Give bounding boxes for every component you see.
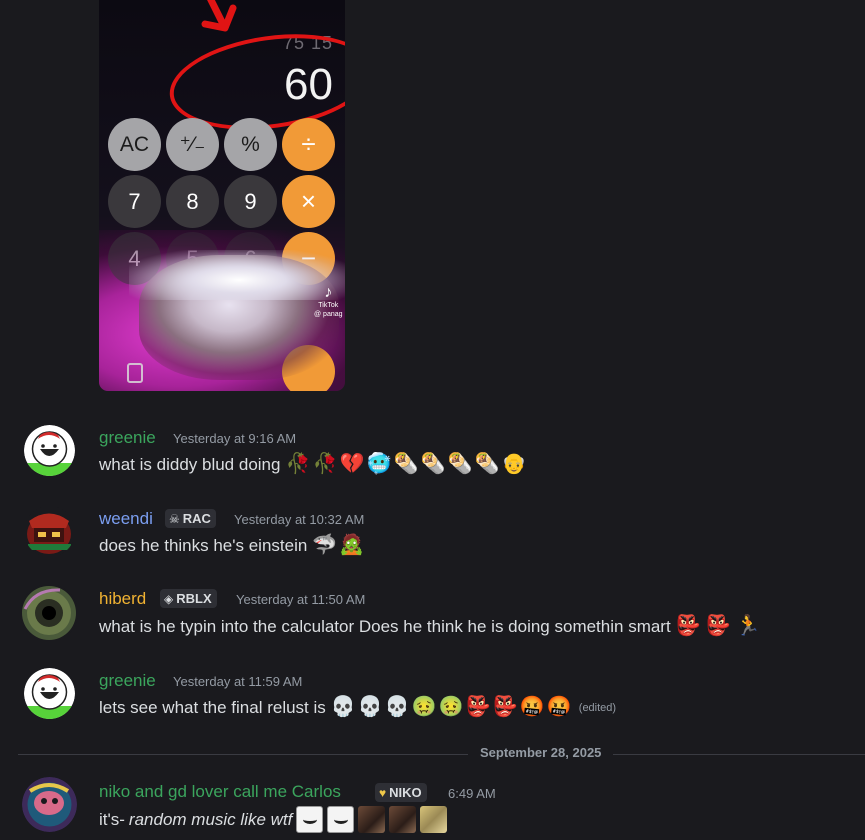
- calc-key-ac: AC: [108, 118, 161, 171]
- timestamp[interactable]: Yesterday at 9:16 AM: [173, 431, 296, 446]
- calc-key-plusminus: ⁺∕₋: [166, 118, 219, 171]
- message-content: what is he typin into the calculator Doe…: [99, 613, 762, 640]
- tiktok-icon: ♪: [324, 284, 333, 301]
- username[interactable]: greenie: [99, 671, 156, 691]
- tiktok-brand: TikTok: [318, 302, 339, 309]
- trollface-emoji-icon[interactable]: [327, 806, 355, 833]
- emoji-row: 🦈 🧟: [311, 532, 365, 559]
- goblin-emoji-icon[interactable]: 👺: [675, 613, 702, 640]
- goblin-emoji-icon[interactable]: 👺: [492, 694, 519, 721]
- angry-face-emoji-icon[interactable]: 🤬: [546, 694, 573, 721]
- avatar[interactable]: [24, 668, 75, 719]
- burrito-emoji-icon[interactable]: 🌯: [392, 451, 419, 478]
- running-person-emoji-icon[interactable]: 🏃: [735, 613, 762, 640]
- message-content: what is diddy blud doing 🥀 🥀 💔 🥶 🌯 🌯 🌯 🌯…: [99, 451, 527, 478]
- message-text-italic: random music like wtf: [128, 809, 293, 829]
- tiktok-user: @ panag: [314, 311, 343, 318]
- avatar-character-icon: [24, 506, 75, 557]
- calc-key-percent: %: [224, 118, 277, 171]
- badge-label: RAC: [182, 511, 211, 526]
- video-hair: [129, 250, 345, 300]
- cold-face-emoji-icon[interactable]: 🥶: [365, 451, 392, 478]
- guild-tag-badge[interactable]: ♥ NIKO: [375, 783, 427, 802]
- message-content: does he thinks he's einstein 🦈 🧟: [99, 532, 365, 559]
- skull-emoji-icon[interactable]: 💀: [357, 694, 384, 721]
- message-text: what is he typin into the calculator Doe…: [99, 616, 671, 636]
- avatar-character-icon: [22, 777, 77, 832]
- avatar-smiley-icon: [24, 668, 75, 719]
- badge-label: RBLX: [176, 591, 212, 606]
- calc-key-7: 7: [108, 175, 161, 228]
- emoji-row: 💀 💀 💀 🤢 🤢 👺 👺 🤬 🤬: [330, 694, 573, 721]
- date-divider-label: September 28, 2025: [468, 745, 614, 760]
- skull-icon: ☠: [169, 511, 180, 526]
- burrito-emoji-icon[interactable]: 🌯: [419, 451, 446, 478]
- calc-key-9: 9: [224, 175, 277, 228]
- calculator-app-icon: [127, 363, 143, 383]
- message-text: does he thinks he's einstein: [99, 535, 308, 555]
- timestamp[interactable]: Yesterday at 10:32 AM: [234, 512, 364, 527]
- old-man-emoji-icon[interactable]: 👴: [500, 451, 527, 478]
- timestamp[interactable]: 6:49 AM: [448, 786, 496, 801]
- avatar[interactable]: [22, 777, 77, 832]
- username[interactable]: niko and gd lover call me Carlos: [99, 782, 341, 802]
- roblox-icon: ◈: [164, 591, 174, 606]
- photo-emoji-icon[interactable]: [389, 806, 417, 833]
- calc-key-multiply: ×: [282, 175, 335, 228]
- goblin-emoji-icon[interactable]: 👺: [465, 694, 492, 721]
- calc-key-8: 8: [166, 175, 219, 228]
- skull-emoji-icon[interactable]: 💀: [330, 694, 357, 721]
- username[interactable]: greenie: [99, 428, 156, 448]
- edited-label: (edited): [578, 701, 617, 714]
- angry-face-emoji-icon[interactable]: 🤬: [519, 694, 546, 721]
- heart-icon: ♥: [379, 785, 387, 800]
- tiktok-watermark: ♪ TikTok @ panag: [314, 285, 343, 319]
- photo-emoji-icon[interactable]: [358, 806, 386, 833]
- badge-label: NIKO: [389, 785, 422, 800]
- video-attachment[interactable]: 75 15 60 AC ⁺∕₋ % ÷ 7 8 9 × 4 5 6 − ♪ Ti…: [99, 0, 345, 391]
- burrito-emoji-icon[interactable]: 🌯: [446, 451, 473, 478]
- message-content: it's- random music like wtf: [99, 806, 448, 833]
- date-divider-line: [18, 754, 865, 755]
- wilted-rose-emoji-icon[interactable]: 🥀: [311, 451, 338, 478]
- skull-emoji-icon[interactable]: 💀: [384, 694, 411, 721]
- avatar[interactable]: [24, 506, 75, 557]
- guild-tag-badge[interactable]: ☠ RAC: [165, 509, 216, 528]
- guild-tag-badge[interactable]: ◈ RBLX: [160, 589, 217, 608]
- avatar-smiley-icon: [24, 425, 75, 476]
- wilted-rose-emoji-icon[interactable]: 🥀: [284, 451, 311, 478]
- trollface-emoji-icon[interactable]: [296, 806, 324, 833]
- message-text-prefix: it's-: [99, 809, 125, 829]
- message-text: what is diddy blud doing: [99, 454, 281, 474]
- zombie-emoji-icon[interactable]: 🧟: [338, 532, 365, 559]
- username[interactable]: hiberd: [99, 589, 146, 609]
- avatar-ring-icon: [20, 584, 78, 642]
- burrito-emoji-icon[interactable]: 🌯: [473, 451, 500, 478]
- timestamp[interactable]: Yesterday at 11:50 AM: [236, 592, 365, 607]
- sticker-row: [296, 806, 448, 833]
- message-text: lets see what the final relust is: [99, 697, 326, 717]
- emoji-row: 👺 👺 🏃: [675, 613, 762, 640]
- message-content: lets see what the final relust is 💀 💀 💀 …: [99, 694, 616, 721]
- photo-emoji-icon[interactable]: [420, 806, 448, 833]
- annotation-arrow-icon: [201, 0, 237, 32]
- timestamp[interactable]: Yesterday at 11:59 AM: [173, 674, 302, 689]
- avatar[interactable]: [24, 425, 75, 476]
- username[interactable]: weendi: [99, 509, 153, 529]
- nauseated-emoji-icon[interactable]: 🤢: [438, 694, 465, 721]
- emoji-row: 🥀 🥀 💔 🥶 🌯 🌯 🌯 🌯 👴: [284, 451, 527, 478]
- nauseated-emoji-icon[interactable]: 🤢: [411, 694, 438, 721]
- avatar[interactable]: [20, 584, 78, 642]
- goblin-emoji-icon[interactable]: 👺: [705, 613, 732, 640]
- broken-heart-emoji-icon[interactable]: 💔: [338, 451, 365, 478]
- calc-key-divide: ÷: [282, 118, 335, 171]
- shark-emoji-icon[interactable]: 🦈: [311, 532, 338, 559]
